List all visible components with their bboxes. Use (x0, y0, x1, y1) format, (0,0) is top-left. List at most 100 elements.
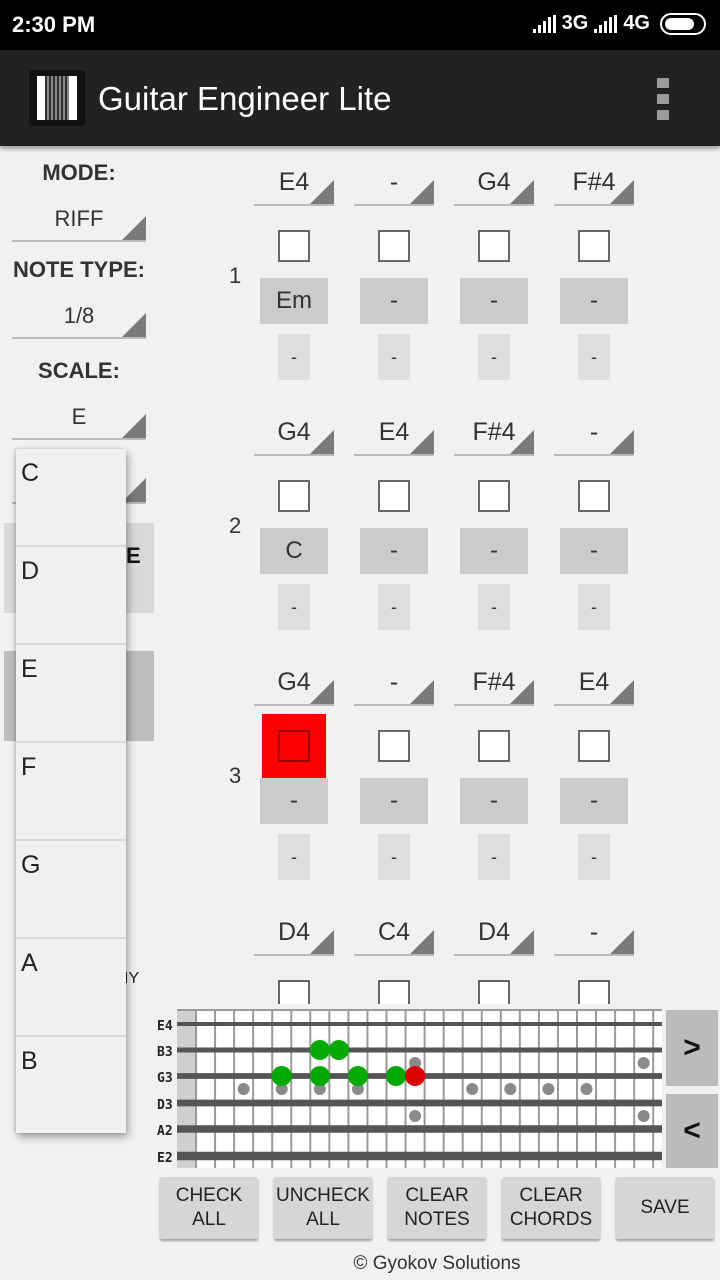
fingering-button[interactable]: - (378, 834, 410, 880)
note-spinner[interactable]: G4 (454, 160, 534, 206)
note-checkbox[interactable] (578, 480, 610, 512)
note-checkbox[interactable] (578, 730, 610, 762)
chord-button[interactable]: - (360, 778, 428, 824)
chord-button[interactable]: - (360, 528, 428, 574)
fingering-button[interactable]: - (478, 334, 510, 380)
fingering-button[interactable]: - (478, 584, 510, 630)
fingering-button[interactable]: - (578, 584, 610, 630)
hidden-text: IY (124, 970, 140, 987)
note-checkbox[interactable] (278, 480, 310, 512)
note-value: C4 (378, 918, 410, 946)
note-spinner[interactable]: - (354, 160, 434, 206)
note-checkbox[interactable] (478, 980, 510, 1004)
chord-button[interactable]: Em (260, 278, 328, 324)
scale-option-e[interactable]: E (16, 645, 126, 743)
check-all-button[interactable]: CHECK ALL (160, 1177, 258, 1239)
dropdown-arrow-icon (610, 930, 634, 954)
fingering-button[interactable]: - (478, 834, 510, 880)
note-spinner[interactable]: - (354, 660, 434, 706)
note-checkbox[interactable] (378, 230, 410, 262)
dropdown-arrow-icon (510, 680, 534, 704)
note-checkbox[interactable] (478, 480, 510, 512)
note-spinner[interactable]: G4 (254, 660, 334, 706)
fingering-button[interactable]: - (578, 834, 610, 880)
fret-marker-dot (542, 1083, 555, 1095)
app-bar: Guitar Engineer Lite (0, 50, 720, 146)
scale-option-a[interactable]: A (16, 939, 126, 1037)
note-checkbox[interactable] (378, 480, 410, 512)
note-spinner[interactable]: F#4 (554, 160, 634, 206)
mode-spinner[interactable]: RIFF (12, 196, 146, 242)
scale-note-dot (328, 1040, 349, 1060)
note-type-label: NOTE TYPE: (12, 257, 145, 282)
note-checkbox[interactable] (278, 230, 310, 262)
chord-button[interactable]: - (260, 778, 328, 824)
fingering-button[interactable]: - (278, 834, 310, 880)
note-spinner[interactable]: D4 (254, 910, 334, 956)
chord-button[interactable]: C (260, 528, 328, 574)
note-checkbox[interactable] (478, 730, 510, 762)
overflow-menu-icon[interactable] (657, 78, 669, 120)
note-spinner[interactable]: F#4 (454, 410, 534, 456)
save-button[interactable]: SAVE (616, 1177, 714, 1239)
chord-button[interactable]: - (560, 778, 628, 824)
note-spinner[interactable]: - (554, 910, 634, 956)
dropdown-arrow-icon (310, 930, 334, 954)
chord-button[interactable]: - (360, 278, 428, 324)
note-spinner[interactable]: D4 (454, 910, 534, 956)
scale-option-f[interactable]: F (16, 743, 126, 841)
note-checkbox[interactable] (278, 730, 310, 762)
scale-option-c[interactable]: C (16, 449, 126, 547)
note-spinner[interactable]: G4 (254, 410, 334, 456)
chord-button[interactable]: - (460, 778, 528, 824)
chord-button[interactable]: - (460, 278, 528, 324)
note-checkbox[interactable] (278, 980, 310, 1004)
clear-chords-button[interactable]: CLEAR CHORDS (502, 1177, 600, 1239)
chord-button[interactable]: - (460, 528, 528, 574)
chord-button[interactable]: - (560, 528, 628, 574)
fingering-button[interactable]: - (378, 334, 410, 380)
clock: 2:30 PM (12, 12, 96, 37)
scale-spinner[interactable]: E (12, 394, 146, 440)
uncheck-all-button[interactable]: UNCHECK ALL (274, 1177, 372, 1239)
note-type-spinner[interactable]: 1/8 (12, 293, 146, 339)
dropdown-arrow-icon (310, 680, 334, 704)
dropdown-arrow-icon (610, 680, 634, 704)
fingering-button[interactable]: - (378, 584, 410, 630)
dropdown-arrow-icon (610, 430, 634, 454)
note-spinner[interactable]: E4 (354, 410, 434, 456)
note-spinner[interactable]: F#4 (454, 660, 534, 706)
chord-button[interactable]: - (560, 278, 628, 324)
note-spinner[interactable]: - (554, 410, 634, 456)
scale-option-d[interactable]: D (16, 547, 126, 645)
fingering-button[interactable]: - (578, 334, 610, 380)
dropdown-arrow-icon (310, 180, 334, 204)
measure-number: 3 (229, 763, 242, 788)
current-note-dot (405, 1066, 426, 1086)
note-spinner[interactable]: E4 (254, 160, 334, 206)
hidden-button-label: E (126, 543, 141, 568)
note-spinner[interactable]: E4 (554, 660, 634, 706)
string-label: B3 (157, 1045, 173, 1060)
note-value: E4 (378, 418, 410, 446)
note-checkbox[interactable] (378, 730, 410, 762)
note-checkbox[interactable] (478, 230, 510, 262)
note-checkbox[interactable] (578, 980, 610, 1004)
fret-marker-dot (637, 1057, 650, 1069)
scale-note-dot (347, 1066, 368, 1086)
fingering-button[interactable]: - (278, 584, 310, 630)
prev-fret-button[interactable]: < (666, 1094, 718, 1168)
clear-notes-button[interactable]: CLEAR NOTES (388, 1177, 486, 1239)
fretboard[interactable]: E4 B3 G3 D3 A2 E2 (155, 1008, 665, 1170)
note-spinner[interactable]: C4 (354, 910, 434, 956)
string-label: E2 (157, 1151, 173, 1166)
fingering-button[interactable]: - (278, 334, 310, 380)
scale-option-g[interactable]: G (16, 841, 126, 939)
note-checkbox[interactable] (578, 230, 610, 262)
next-fret-button[interactable]: > (666, 1010, 718, 1086)
note-checkbox[interactable] (378, 980, 410, 1004)
fret-marker-dot (237, 1083, 250, 1095)
string-label: G3 (157, 1071, 173, 1086)
mode-value: RIFF (54, 206, 104, 231)
scale-option-b[interactable]: B (16, 1037, 126, 1135)
